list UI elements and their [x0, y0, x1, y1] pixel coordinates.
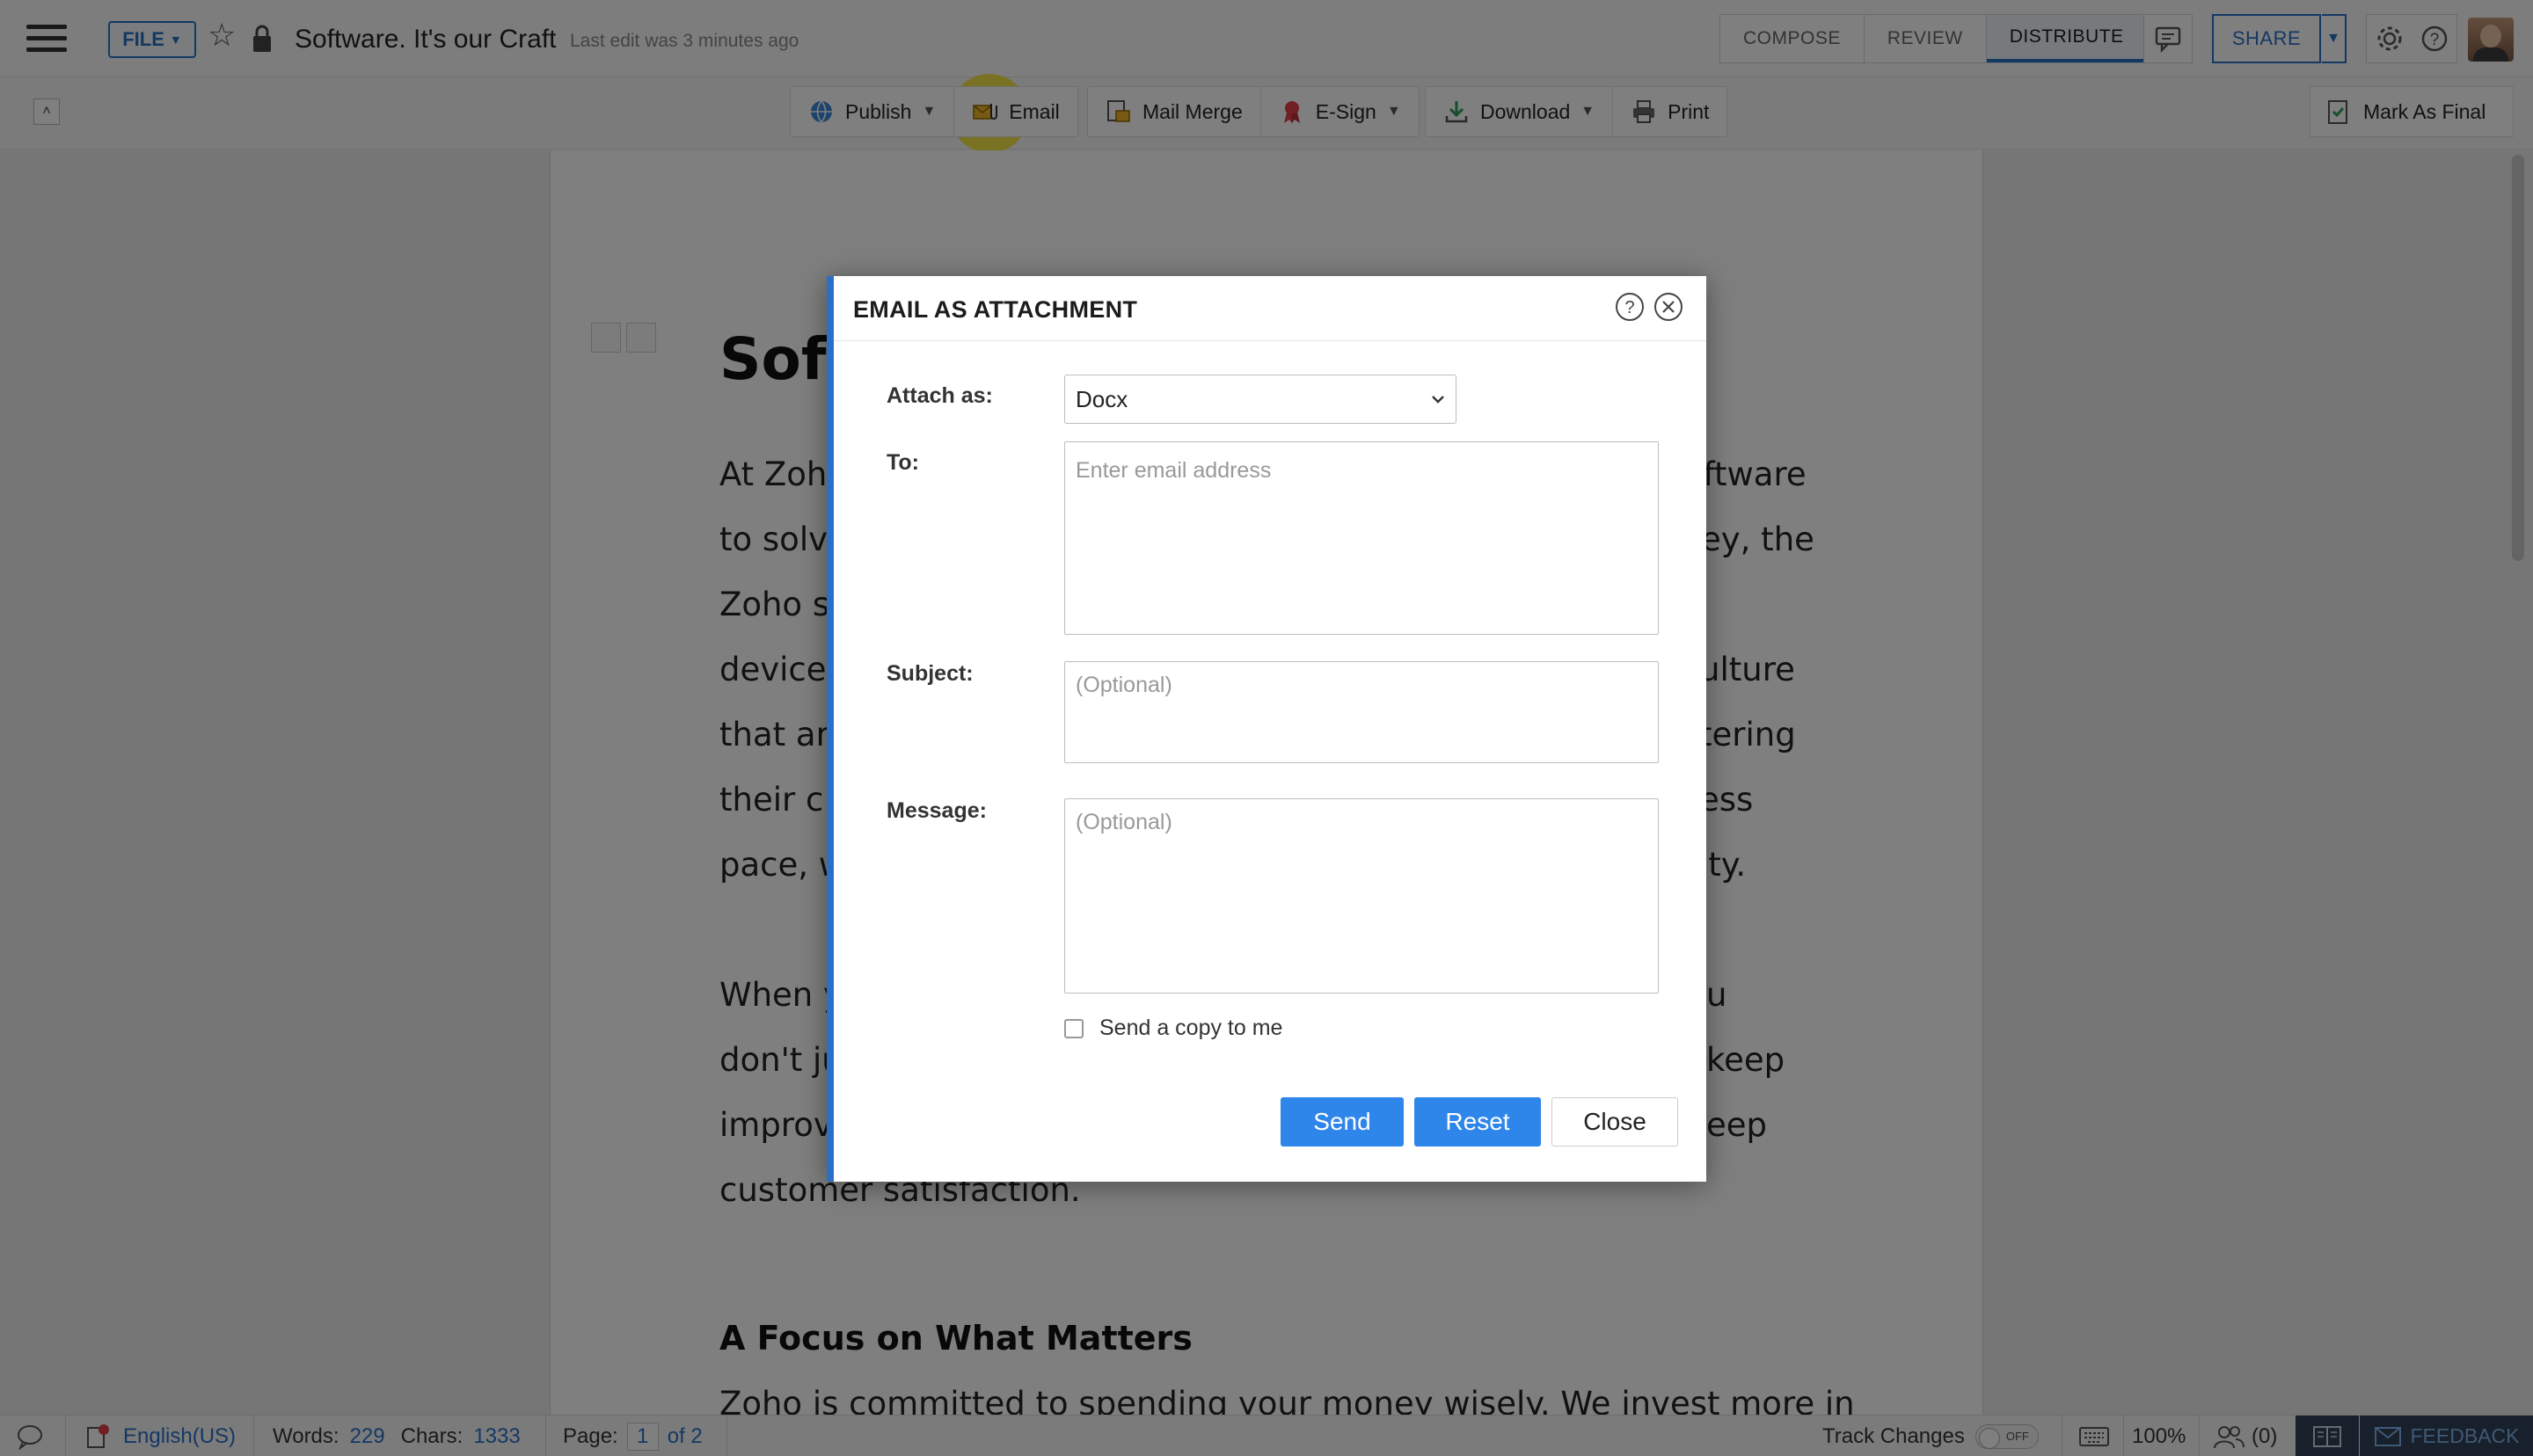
dialog-title: EMAIL AS ATTACHMENT	[853, 296, 1138, 323]
attach-as-label: Attach as:	[887, 383, 993, 408]
send-copy-option: Send a copy to me	[1064, 1016, 1282, 1041]
help-icon[interactable]: ?	[1615, 292, 1645, 322]
close-button[interactable]: Close	[1551, 1097, 1678, 1147]
svg-text:?: ?	[1624, 298, 1634, 317]
send-button[interactable]: Send	[1281, 1097, 1404, 1147]
to-label: To:	[887, 450, 920, 475]
close-icon[interactable]	[1653, 292, 1683, 322]
to-email-input[interactable]: Enter email address	[1064, 441, 1659, 635]
dialog-header: EMAIL AS ATTACHMENT ?	[834, 276, 1706, 341]
attach-format-select[interactable]: Docx	[1064, 375, 1456, 424]
message-label: Message:	[887, 798, 987, 823]
send-copy-checkbox[interactable]	[1064, 1018, 1084, 1038]
message-textarea[interactable]: (Optional)	[1064, 798, 1659, 994]
reset-button[interactable]: Reset	[1414, 1097, 1541, 1147]
subject-label: Subject:	[887, 661, 974, 686]
subject-input[interactable]: (Optional)	[1064, 661, 1659, 763]
chevron-down-icon	[1432, 396, 1444, 404]
email-attachment-dialog: EMAIL AS ATTACHMENT ? Attach as: Docx To…	[827, 276, 1706, 1182]
send-copy-label: Send a copy to me	[1099, 1016, 1283, 1040]
